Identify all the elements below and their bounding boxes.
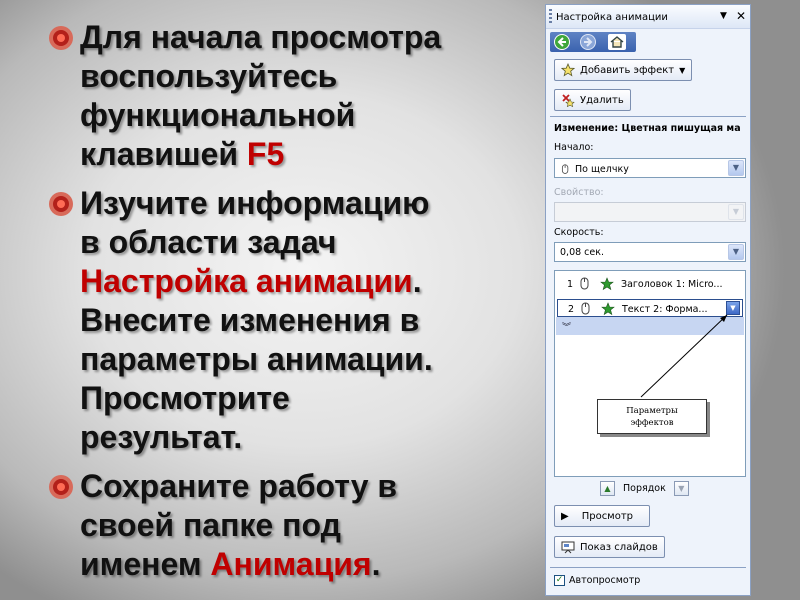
entrance-effect-star-icon: [601, 302, 615, 316]
list-item-selected[interactable]: 2 Текст 2: Форма... ▼: [557, 299, 743, 317]
task-pane-navigation-bar: [550, 32, 636, 52]
autopreview-checkbox-row[interactable]: ✓ Автопросмотр: [554, 575, 640, 586]
expand-contents-band[interactable]: ︾: [556, 317, 744, 335]
task-pane-name-highlight: Настройка анимации: [80, 263, 413, 299]
entrance-effect-star-icon: [600, 277, 614, 291]
change-effect-heading: Изменение: Цветная пишущая ма: [554, 123, 741, 134]
move-down-arrow-icon[interactable]: ▼: [673, 480, 689, 496]
red-burst-bullet-icon: [49, 475, 73, 499]
chevron-down-icon: ▼: [679, 65, 686, 75]
speed-label: Скорость:: [554, 227, 604, 238]
reorder-controls: ▲ Порядок ▼: [600, 479, 689, 497]
close-icon[interactable]: ✕: [736, 9, 746, 23]
remove-effect-icon: [562, 94, 575, 107]
mouse-click-icon: [580, 277, 589, 290]
autopreview-checkbox[interactable]: ✓: [554, 575, 565, 586]
task-pane-title: Настройка анимации: [556, 12, 668, 23]
drag-grip-handle[interactable]: [549, 9, 552, 24]
red-burst-bullet-icon: [49, 26, 73, 50]
double-chevron-down-icon[interactable]: ︾: [562, 320, 571, 333]
custom-animation-task-pane: Настройка анимации ▼ ✕ Добавить эффект ▼…: [545, 4, 751, 596]
chevron-down-icon[interactable]: ▼: [728, 204, 744, 220]
star-effect-icon: [561, 63, 575, 77]
remove-button[interactable]: Удалить: [554, 89, 631, 111]
forward-arrow-icon[interactable]: [580, 34, 596, 50]
task-pane-menu-chevron-down-icon[interactable]: ▼: [720, 11, 727, 21]
f5-key-highlight: F5: [246, 136, 285, 172]
effect-options-callout: Параметры эффектов: [597, 399, 707, 434]
preview-button[interactable]: ▶ Просмотр: [554, 505, 650, 527]
bullet-3: Сохраните работу в своей папке под имене…: [44, 467, 534, 584]
mouse-click-icon: [581, 302, 590, 315]
property-dropdown[interactable]: ▼: [554, 202, 746, 222]
divider: [550, 116, 746, 117]
effect-options-chevron-down-icon[interactable]: ▼: [726, 301, 740, 315]
chevron-down-icon[interactable]: ▼: [728, 244, 744, 260]
home-icon[interactable]: [608, 34, 626, 50]
move-up-arrow-icon[interactable]: ▲: [600, 480, 615, 496]
add-effect-button[interactable]: Добавить эффект ▼: [554, 59, 693, 81]
speed-dropdown[interactable]: 0,08 сек. ▼: [554, 242, 746, 262]
slide-show-button[interactable]: Показ слайдов: [554, 536, 665, 558]
start-label: Начало:: [554, 142, 594, 153]
task-pane-title-bar: Настройка анимации ▼ ✕: [546, 5, 750, 29]
red-burst-bullet-icon: [49, 192, 73, 216]
slide-show-icon: [561, 541, 575, 554]
chevron-down-icon[interactable]: ▼: [728, 160, 744, 176]
file-name-highlight: Анимация: [210, 546, 372, 582]
effects-list[interactable]: 1 Заголовок 1: Micro... 2 Текст 2: Форма…: [554, 270, 746, 477]
bullet-2: Изучите информацию в области задач Настр…: [44, 184, 534, 457]
divider: [550, 567, 746, 568]
slide-content: Для начала просмотра воспользуйтесь функ…: [44, 18, 534, 594]
order-label: Порядок: [623, 482, 666, 494]
mouse-click-icon: [561, 164, 569, 174]
bullet-1: Для начала просмотра воспользуйтесь функ…: [44, 18, 534, 174]
play-icon: ▶: [561, 510, 569, 522]
list-item[interactable]: 1 Заголовок 1: Micro...: [557, 275, 743, 293]
property-label: Свойство:: [554, 187, 604, 198]
back-arrow-icon[interactable]: [554, 34, 570, 50]
start-dropdown[interactable]: По щелчку ▼: [554, 158, 746, 178]
